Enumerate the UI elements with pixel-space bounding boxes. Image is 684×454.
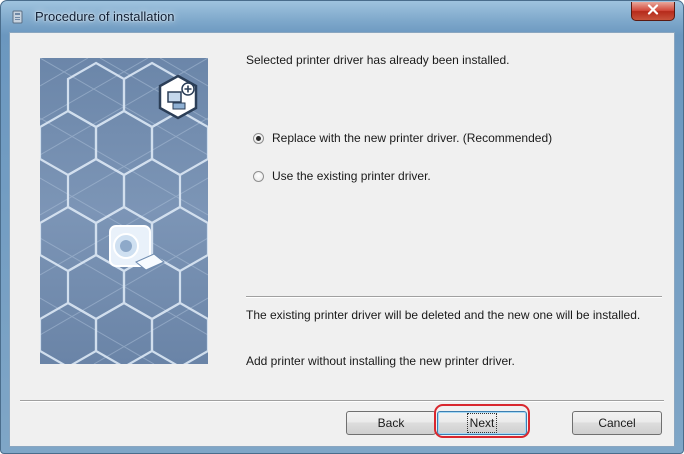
window-title: Procedure of installation xyxy=(35,9,175,24)
radio-replace-driver[interactable] xyxy=(253,132,264,144)
divider xyxy=(246,296,662,298)
installer-window: Procedure of installation Selected print… xyxy=(0,0,684,454)
printer-icon xyxy=(109,225,165,271)
title-bar[interactable]: Procedure of installation xyxy=(1,1,683,33)
radio-use-existing-driver[interactable] xyxy=(253,170,264,182)
status-message: Selected printer driver has already been… xyxy=(246,53,510,67)
close-button[interactable] xyxy=(631,2,675,21)
next-button-label: Next xyxy=(466,413,498,433)
installer-banner-image xyxy=(40,58,208,364)
cancel-button[interactable]: Cancel xyxy=(572,411,662,435)
replace-description: The existing printer driver will be dele… xyxy=(246,308,641,322)
option-use-existing-driver[interactable]: Use the existing printer driver. xyxy=(253,169,431,183)
option-existing-label: Use the existing printer driver. xyxy=(272,169,431,183)
computer-add-icon xyxy=(158,74,198,120)
dialog-body: Selected printer driver has already been… xyxy=(9,32,675,447)
installer-app-icon xyxy=(11,10,25,24)
back-button-label: Back xyxy=(377,416,405,430)
footer-divider xyxy=(20,400,664,402)
option-replace-label: Replace with the new printer driver. (Re… xyxy=(272,131,553,145)
next-button[interactable]: Next xyxy=(437,411,527,435)
close-icon xyxy=(647,2,659,20)
cancel-button-label: Cancel xyxy=(598,416,636,430)
existing-description: Add printer without installing the new p… xyxy=(246,354,515,368)
option-replace-driver[interactable]: Replace with the new printer driver. (Re… xyxy=(253,131,552,145)
back-button[interactable]: Back xyxy=(346,411,436,435)
